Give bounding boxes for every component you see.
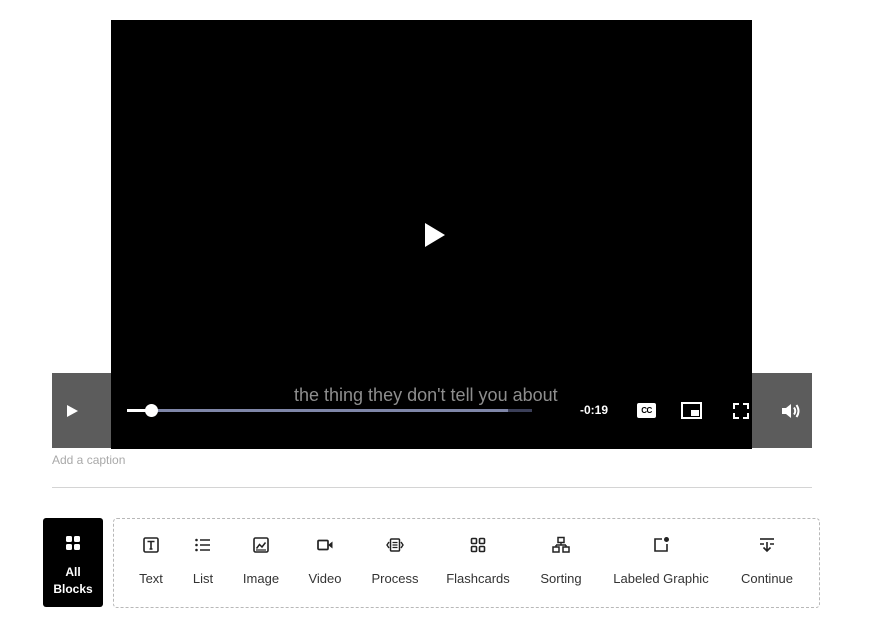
list-icon [195,538,210,552]
block-flashcards-label: Flashcards [446,571,510,586]
text-icon [143,537,159,553]
process-icon [386,538,404,552]
play-icon[interactable] [62,401,82,421]
block-list-button[interactable]: List [184,519,222,607]
block-labeled-graphic-button[interactable]: Labeled Graphic [606,519,716,607]
time-remaining: -0:19 [580,403,609,417]
flashcards-icon [470,537,486,553]
all-blocks-button[interactable]: All Blocks [43,518,103,607]
block-image-label: Image [242,571,280,586]
block-video-label: Video [308,571,342,586]
block-image-button[interactable]: Image [235,519,287,607]
divider [52,487,812,488]
volume-icon[interactable] [780,401,802,421]
all-blocks-label: All Blocks [43,564,103,598]
labeled-graphic-icon [654,537,669,552]
continue-icon [760,538,774,553]
picture-in-picture-icon[interactable] [681,402,702,419]
block-process-label: Process [371,571,419,586]
block-labeled-graphic-label: Labeled Graphic [613,571,709,586]
block-list-label: List [192,571,214,586]
block-sorting-button[interactable]: Sorting [531,519,591,607]
block-text-label: Text [139,571,163,586]
progress-buffered [127,409,508,412]
block-text-button[interactable]: Text [130,519,172,607]
block-continue-label: Continue [740,571,794,586]
closed-captions-icon[interactable]: CC [637,403,656,418]
block-palette: Text List Image Video Process Flashcards… [113,518,820,608]
block-sorting-label: Sorting [540,571,582,586]
caption-input[interactable]: Add a caption [52,453,125,467]
big-play-icon[interactable] [420,220,450,250]
video-subtitle: the thing they don't tell you about [294,385,558,405]
all-blocks-label-line1: All [65,565,81,579]
image-icon [253,537,269,553]
all-blocks-label-line2: Blocks [53,582,93,596]
video-icon [317,539,333,551]
fullscreen-icon[interactable] [733,403,749,419]
progress-bar[interactable] [127,404,532,417]
block-video-button[interactable]: Video [300,519,350,607]
block-continue-button[interactable]: Continue [732,519,802,607]
grid-icon [66,536,80,550]
block-process-button[interactable]: Process [364,519,426,607]
block-flashcards-button[interactable]: Flashcards [440,519,516,607]
sorting-icon [552,536,570,553]
